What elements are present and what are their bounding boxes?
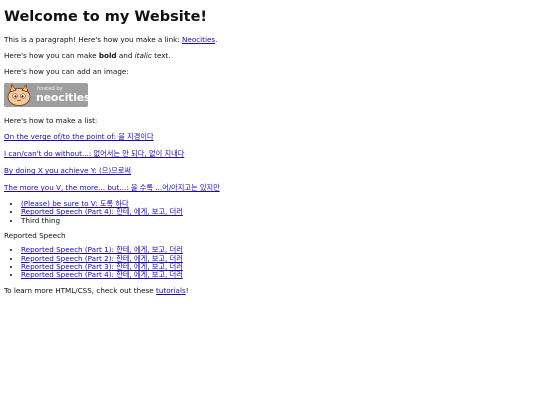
grammar-links: On the verge of/to the point of: 을 지경이다 … xyxy=(4,132,534,192)
intro-text: This is a paragraph! Here's how you make… xyxy=(4,35,183,44)
grammar-link-the-more[interactable]: The more you V, the more... but...: 을 수록… xyxy=(4,183,220,192)
format-and: and xyxy=(116,51,135,60)
image-paragraph: Here's how you can add an image: xyxy=(4,67,129,76)
tutorials-link[interactable]: tutorials xyxy=(156,286,186,295)
neocities-link[interactable]: Neocities xyxy=(182,35,215,44)
intro-text-end: . xyxy=(215,35,218,44)
reported-speech-link-4[interactable]: Reported Speech (Part 4): 한테, 에게, 보고, 더러 xyxy=(21,270,183,279)
neocities-hosted-logo[interactable]: hosted by neocities xyxy=(4,83,88,107)
intro-paragraph: This is a paragraph! Here's how you make… xyxy=(4,35,534,44)
page-content: Welcome to my Website! This is a paragra… xyxy=(4,8,534,302)
format-text: Here's how you can make xyxy=(4,51,99,60)
grammar-link-by-doing[interactable]: By doing X you achieve Y: (으)므로써 xyxy=(4,166,131,175)
outro-text-end: ! xyxy=(185,285,189,295)
list-item: Reported Speech (Part 4): 한테, 에게, 보고, 더러 xyxy=(21,208,534,216)
list-intro-paragraph: Here's how to make a list: xyxy=(4,116,98,125)
page-title: Welcome to my Website! xyxy=(4,9,208,25)
neocities-cat-icon xyxy=(7,84,31,106)
grammar-link-row: The more you V, the more... but...: 을 수록… xyxy=(4,183,534,192)
format-paragraph: Here's how you can make bold and italic … xyxy=(4,51,534,60)
outro-text: To learn more HTML/CSS, check out these xyxy=(4,285,157,295)
grammar-link-row: By doing X you achieve Y: (으)므로써 xyxy=(4,166,534,175)
bullet-list-1: (Please) be sure to V: 도록 하다 Reported Sp… xyxy=(4,199,534,225)
logo-brand: neocities xyxy=(36,91,88,104)
grammar-link-row: I can/can't do without...: 없어서는 안 되다, 없이… xyxy=(4,149,534,158)
grammar-link-verge[interactable]: On the verge of/to the point of: 을 지경이다 xyxy=(4,132,154,141)
italic-text: italic xyxy=(134,51,152,60)
reported-speech-label: Reported Speech xyxy=(4,231,66,241)
format-text-end: text. xyxy=(151,51,171,60)
bold-text: bold xyxy=(98,51,117,60)
list-item-third-thing: Third thing xyxy=(21,216,534,225)
grammar-link-row: On the verge of/to the point of: 을 지경이다 xyxy=(4,132,534,141)
list-item: Reported Speech (Part 4): 한테, 에게, 보고, 더러 xyxy=(21,271,534,279)
outro-paragraph: To learn more HTML/CSS, check out these … xyxy=(4,286,534,295)
bullet-list-2: Reported Speech (Part 1): 한테, 에게, 보고, 더러… xyxy=(4,246,534,280)
grammar-link-without[interactable]: I can/can't do without...: 없어서는 안 되다, 없이… xyxy=(4,149,184,158)
